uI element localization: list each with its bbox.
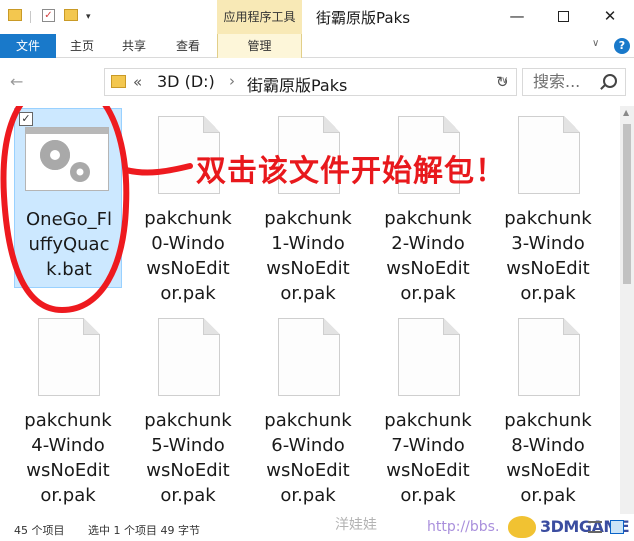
address-bar[interactable]: « 3D (D:) › 街霸原版Paks ∨ <box>104 68 517 96</box>
context-tab-title: 应用程序工具 <box>217 0 302 34</box>
watermark-author: 洋娃娃 <box>335 517 377 533</box>
tab-file[interactable]: 文件 <box>0 34 56 58</box>
document-icon <box>38 318 100 396</box>
title-bar: ✓ ▾ 应用程序工具 街霸原版Paks — ✕ <box>0 0 634 34</box>
breadcrumb-drive[interactable]: 3D (D:) <box>157 72 215 91</box>
window-title: 街霸原版Paks <box>316 9 411 27</box>
item-count: 45 个项目 <box>14 524 65 537</box>
scroll-thumb[interactable] <box>623 124 631 284</box>
search-icon[interactable] <box>603 74 617 88</box>
file-item-pak[interactable]: pakchunk 6-Windo wsNoEdit or.pak <box>254 310 362 506</box>
back-arrow-icon[interactable]: ← <box>10 72 23 91</box>
vertical-scrollbar[interactable]: ▲ <box>620 106 634 514</box>
file-name: pakchunk 3-Windo wsNoEdit or.pak <box>504 208 592 304</box>
gear-icon <box>70 162 90 182</box>
mascot-logo-icon <box>508 516 536 538</box>
folder-icon[interactable] <box>8 9 22 21</box>
document-icon <box>518 318 580 396</box>
refresh-icon[interactable]: ↻ <box>496 73 509 91</box>
status-bar: 45 个项目 选中 1 个项目 49 字节 洋娃娃 http://bbs. 3D… <box>0 514 634 541</box>
batch-file-icon <box>25 127 109 191</box>
navigation-bar: ← « 3D (D:) › 街霸原版Paks ∨ ↻ <box>0 58 634 106</box>
help-icon[interactable]: ? <box>614 38 630 54</box>
toolbar-divider <box>30 11 31 23</box>
breadcrumb-overflow[interactable]: « <box>133 73 142 91</box>
search-box[interactable] <box>522 68 626 96</box>
item-checkbox[interactable]: ✓ <box>19 112 33 126</box>
file-item-pak[interactable]: pakchunk 7-Windo wsNoEdit or.pak <box>374 310 482 506</box>
file-view: ✓ OneGo_Fl uffyQuac k.bat pakchunk 0-Windo w… <box>0 106 620 514</box>
tab-manage[interactable]: 管理 <box>217 34 302 58</box>
file-name: pakchunk 4-Windo wsNoEdit or.pak <box>24 410 112 506</box>
file-item-pak[interactable]: pakchunk 8-Windo wsNoEdit or.pak <box>494 310 602 506</box>
document-icon <box>278 318 340 396</box>
folder-icon <box>111 75 126 88</box>
tab-share[interactable]: 共享 <box>114 34 154 58</box>
file-name: pakchunk 5-Windo wsNoEdit or.pak <box>144 410 232 506</box>
file-name: pakchunk 8-Windo wsNoEdit or.pak <box>504 410 592 506</box>
file-name: pakchunk 0-Windo wsNoEdit or.pak <box>144 208 232 304</box>
maximize-button[interactable] <box>540 0 586 34</box>
new-folder-icon[interactable] <box>64 9 78 21</box>
ribbon-tabs: 文件 主页 共享 查看 管理 ∨ ? <box>0 34 634 58</box>
file-item-pak[interactable]: pakchunk 0-Windo wsNoEdit or.pak <box>134 108 242 304</box>
customize-toolbar-chevron-icon[interactable]: ▾ <box>86 12 91 22</box>
file-name: OneGo_Fl uffyQuac k.bat <box>26 209 112 280</box>
file-item-pak[interactable]: pakchunk 4-Windo wsNoEdit or.pak <box>14 310 122 506</box>
file-item-pak[interactable]: pakchunk 3-Windo wsNoEdit or.pak <box>494 108 602 304</box>
document-icon <box>518 116 580 194</box>
breadcrumb-separator-icon[interactable]: › <box>229 72 235 90</box>
file-item-pak[interactable]: pakchunk 1-Windo wsNoEdit or.pak <box>254 108 362 304</box>
document-icon <box>398 318 460 396</box>
scroll-up-arrow-icon[interactable]: ▲ <box>623 108 629 117</box>
file-name: pakchunk 6-Windo wsNoEdit or.pak <box>264 410 352 506</box>
tab-home[interactable]: 主页 <box>62 34 102 58</box>
selection-info: 选中 1 个项目 49 字节 <box>88 524 200 537</box>
annotation-text: 双击该文件开始解包！ <box>196 154 506 189</box>
file-item-bat[interactable]: ✓ OneGo_Fl uffyQuac k.bat <box>14 108 122 288</box>
maximize-icon <box>557 11 569 22</box>
search-input[interactable] <box>533 72 603 91</box>
breadcrumb-folder[interactable]: 街霸原版Paks <box>247 72 347 96</box>
properties-icon[interactable]: ✓ <box>42 9 55 22</box>
gear-icon <box>40 140 70 170</box>
window-bar <box>26 128 108 134</box>
watermark-url: http://bbs. <box>427 519 500 535</box>
file-item-pak[interactable]: pakchunk 2-Windo wsNoEdit or.pak <box>374 108 482 304</box>
close-button[interactable]: ✕ <box>587 0 633 34</box>
document-icon <box>158 318 220 396</box>
file-name: pakchunk 2-Windo wsNoEdit or.pak <box>384 208 472 304</box>
details-view-icon[interactable] <box>588 521 602 533</box>
file-name: pakchunk 7-Windo wsNoEdit or.pak <box>384 410 472 506</box>
file-name: pakchunk 1-Windo wsNoEdit or.pak <box>264 208 352 304</box>
minimize-button[interactable]: — <box>494 0 540 34</box>
file-item-pak[interactable]: pakchunk 5-Windo wsNoEdit or.pak <box>134 310 242 506</box>
tab-view[interactable]: 查看 <box>168 34 208 58</box>
expand-ribbon-chevron-icon[interactable]: ∨ <box>592 38 599 49</box>
large-icons-view-icon[interactable] <box>610 520 624 534</box>
